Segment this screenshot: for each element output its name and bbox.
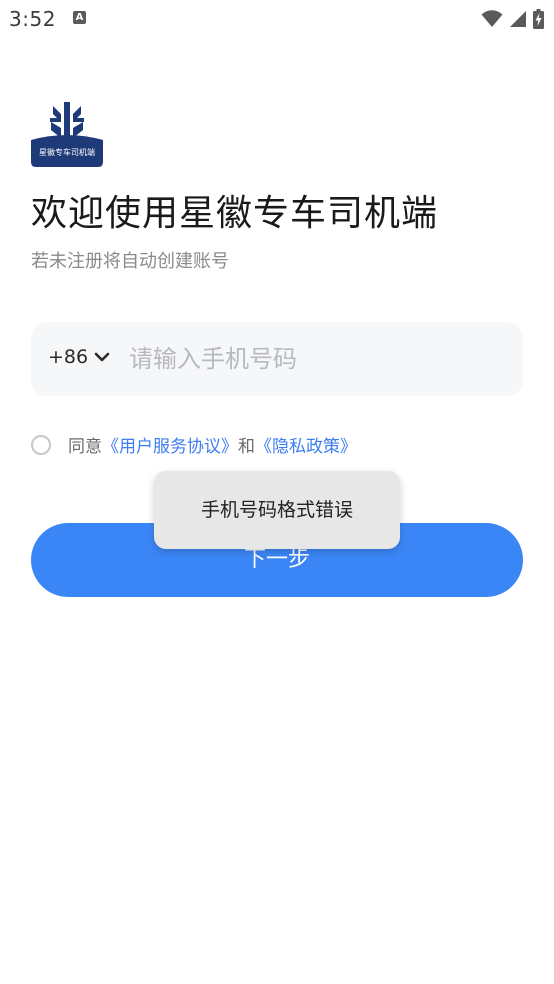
phone-number-input[interactable]: [129, 339, 499, 379]
notification-a-icon: A: [73, 11, 86, 24]
phone-input-box: +86: [31, 322, 523, 396]
agreement-and: 和: [238, 437, 255, 457]
status-bar: 3:52 A: [0, 0, 554, 40]
user-agreement-link[interactable]: 《用户服务协议》: [102, 432, 238, 457]
app-logo: 星徽专车司机端: [31, 100, 103, 167]
logo-text: 星徽专车司机端: [39, 148, 95, 157]
welcome-title: 欢迎使用星徽专车司机端: [31, 193, 439, 234]
agreement-radio[interactable]: [31, 434, 51, 455]
error-toast: 手机号码格式错误: [154, 471, 400, 549]
wifi-icon: [481, 10, 503, 27]
status-icons: [481, 8, 544, 30]
agreement-row: 同意 《用户服务协议》 和 《隐私政策》: [31, 432, 357, 457]
agreement-prefix: 同意: [68, 437, 102, 457]
country-code-label: +86: [48, 346, 89, 368]
signal-icon: [510, 11, 526, 27]
battery-charging-icon: [533, 9, 544, 29]
privacy-policy-link[interactable]: 《隐私政策》: [255, 432, 357, 457]
subtitle: 若未注册将自动创建账号: [31, 251, 229, 272]
status-time: 3:52: [9, 7, 56, 31]
chevron-down-icon: [94, 352, 110, 362]
country-code-selector[interactable]: +86: [48, 346, 110, 368]
